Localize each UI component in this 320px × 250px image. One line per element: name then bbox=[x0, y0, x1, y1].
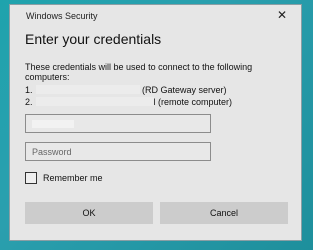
close-icon[interactable]: ✕ bbox=[275, 8, 289, 22]
remember-me-row[interactable]: Remember me bbox=[25, 171, 103, 185]
computer-role: l (remote computer) bbox=[153, 97, 233, 107]
description-text: These credentials will be used to connec… bbox=[25, 62, 253, 82]
remember-me-label: Remember me bbox=[43, 173, 103, 183]
ok-button[interactable]: OK bbox=[25, 202, 153, 224]
credentials-dialog: Windows Security ✕ Enter your credential… bbox=[9, 4, 302, 241]
cancel-button[interactable]: Cancel bbox=[160, 202, 288, 224]
remember-me-checkbox[interactable] bbox=[25, 172, 37, 184]
redacted-username bbox=[32, 120, 74, 128]
window-title: Windows Security bbox=[26, 11, 98, 21]
computer-role: (RD Gateway server) bbox=[142, 85, 227, 95]
computer-list-item: 1. (RD Gateway server) bbox=[25, 85, 227, 95]
password-field[interactable] bbox=[25, 142, 211, 161]
redacted-name bbox=[35, 85, 140, 94]
list-index: 2. bbox=[25, 97, 33, 107]
redacted-name bbox=[35, 97, 154, 106]
title-bar: Windows Security ✕ bbox=[10, 5, 301, 25]
list-index: 1. bbox=[25, 85, 33, 95]
dialog-heading: Enter your credentials bbox=[25, 31, 162, 47]
computer-list-item: 2. l (remote computer) bbox=[25, 97, 232, 107]
